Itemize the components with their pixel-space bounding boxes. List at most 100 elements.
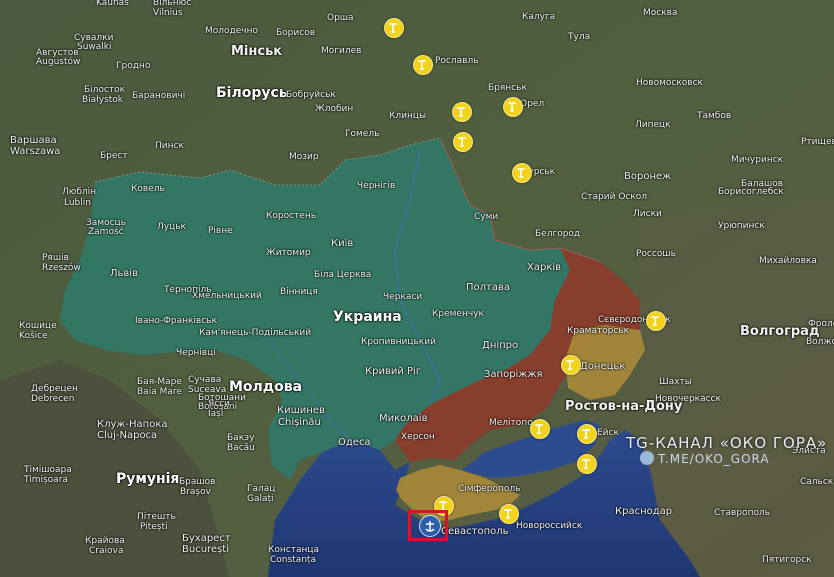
city-borisov: Борисов xyxy=(276,28,316,38)
city-baia-mare-ru: Бая-Маре xyxy=(137,377,182,387)
airbase-marker-icon[interactable] xyxy=(503,97,523,117)
label-moldova: Молдова xyxy=(229,379,303,395)
city-pinsk: Пинск xyxy=(155,141,184,151)
label-romania: Румунія xyxy=(116,471,180,487)
city-kramatorsk: Краматорськ xyxy=(567,326,630,336)
city-sevastopol: Севастополь xyxy=(441,526,509,537)
city-warsaw: Warszawa xyxy=(10,146,61,157)
city-augustow: Augustów xyxy=(36,57,81,67)
city-rostov: Ростов-на-Дону xyxy=(565,399,683,414)
telegram-icon xyxy=(640,451,654,465)
airbase-marker-icon[interactable] xyxy=(512,163,532,183)
city-lipetsk: Липецк xyxy=(635,120,671,130)
city-kharkiv: Харків xyxy=(527,262,562,273)
city-bucharest-ru: Бухарест xyxy=(182,533,231,544)
city-zhlobin: Жлобин xyxy=(315,104,354,114)
airbase-marker-icon[interactable] xyxy=(577,454,597,474)
city-kluj-napoka: Клуж-Напока xyxy=(97,419,168,430)
city-yeysk: Ейск xyxy=(597,428,619,438)
city-novomoskovsk: Новомосковск xyxy=(636,78,703,88)
city-liski: Лиски xyxy=(633,209,662,219)
city-bobruisk: Бобруйськ xyxy=(286,90,336,100)
city-orel: Орел xyxy=(520,99,545,109)
map[interactable]: Білорусь Украина Молдова Румунія Kaunas … xyxy=(0,0,834,577)
city-brasov: Brașov xyxy=(180,487,211,497)
label-belarus: Білорусь xyxy=(216,85,288,101)
city-volzhsky: Волжский xyxy=(806,337,834,347)
airbase-marker-icon[interactable] xyxy=(499,504,519,524)
city-vinnytsia: Вінниця xyxy=(280,287,318,297)
airbase-marker-icon[interactable] xyxy=(646,311,666,331)
city-cherkasy: Черкаси xyxy=(383,292,423,302)
city-kamianets: Кам'янець-Подільський xyxy=(199,328,312,338)
city-chisinau: Chișinău xyxy=(278,417,321,428)
watermark-title: ТG-КАНАЛ «ОКО ГОРА» xyxy=(626,434,828,452)
city-brasov-ru: Брашов xyxy=(179,477,216,487)
city-rivne: Рівне xyxy=(208,226,233,236)
city-timisoara-ru: Тімішоара xyxy=(24,465,72,475)
city-craiova: Craiova xyxy=(89,546,124,556)
city-baranovichi: Барановичі xyxy=(132,91,186,101)
city-orsha: Орша xyxy=(327,13,354,23)
city-roslavl: Рославль xyxy=(435,56,479,66)
city-grodno: Гродно xyxy=(116,61,151,71)
city-krasnodar: Краснодар xyxy=(615,506,673,517)
city-bucuresti: București xyxy=(182,544,229,555)
city-poltava: Полтава xyxy=(466,282,511,293)
city-kishinev: Кишинев xyxy=(277,405,325,416)
city-debrecen: Debrecen xyxy=(31,394,75,404)
city-khmelnytskyi: Хмельницький xyxy=(192,291,262,301)
city-baia-mare: Baia Mare xyxy=(137,387,182,397)
city-timisoara: Timișoara xyxy=(24,475,68,485)
city-chernihiv: Чернігів xyxy=(357,181,396,191)
city-brest: Брест xyxy=(100,151,128,161)
city-tambov: Тамбов xyxy=(697,111,732,121)
ship-icon[interactable] xyxy=(419,515,441,537)
city-vilnius-ru: Вільнюс xyxy=(153,0,192,8)
city-gomel: Гомель xyxy=(345,129,380,139)
city-kaluga: Калуга xyxy=(522,12,556,22)
airbase-marker-icon[interactable] xyxy=(561,355,581,375)
city-mogilev: Могилев xyxy=(321,46,362,56)
city-shakhty: Шахты xyxy=(659,377,692,387)
airbase-marker-icon[interactable] xyxy=(384,18,404,38)
city-korosten: Коростень xyxy=(266,211,317,221)
city-pitesti-ru: Пітешть xyxy=(137,512,176,522)
city-lviv: Львів xyxy=(110,268,138,279)
city-rzeszow-ru: Ряшів xyxy=(42,253,69,263)
airbase-marker-icon[interactable] xyxy=(452,102,472,122)
city-kosice-ru: Кошице xyxy=(19,321,57,331)
city-donetsk: Донецьк xyxy=(580,361,626,372)
city-iasi: Iași xyxy=(208,409,224,419)
city-tula: Тула xyxy=(568,32,591,42)
city-galati-ru: Галац xyxy=(247,484,276,494)
airbase-marker-icon[interactable] xyxy=(530,419,550,439)
city-pitesti: Pitești xyxy=(140,522,168,532)
city-klintsy: Клинцы xyxy=(389,111,427,121)
city-odesa: Одеса xyxy=(338,437,371,448)
city-zamosc: Zamość xyxy=(88,227,124,237)
city-kaunas: Kaunas xyxy=(96,0,129,8)
city-novorossiysk: Новороссийск xyxy=(516,521,583,531)
city-rossosh: Россошь xyxy=(636,249,676,259)
city-uryupinsk: Урюпинск xyxy=(718,221,765,231)
airbase-marker-icon[interactable] xyxy=(577,424,597,444)
city-cluj-napoca: Cluj-Napoca xyxy=(97,430,158,441)
city-kherson: Херсон xyxy=(401,432,435,442)
city-zaporizhzhia: Запоріжжя xyxy=(484,369,543,380)
city-kovel: Ковель xyxy=(131,184,165,194)
city-warsaw-ru: Варшава xyxy=(10,135,57,146)
city-bacau: Bacău xyxy=(227,443,255,453)
airbase-marker-icon[interactable] xyxy=(413,55,433,75)
city-kyiv: Київ xyxy=(331,238,354,249)
city-mozyr: Мозир xyxy=(289,152,319,162)
city-lublin: Lublin xyxy=(64,198,91,208)
city-moscow: Москва xyxy=(643,8,678,18)
city-dnipro: Дніпро xyxy=(482,340,519,351)
city-minsk: Мінськ xyxy=(231,44,283,59)
airbase-marker-icon[interactable] xyxy=(453,132,473,152)
city-ivano-frankivsk: Івано-Франківськ xyxy=(135,316,217,326)
city-sumy: Суми xyxy=(474,212,499,222)
city-suwalki: Suwalki xyxy=(77,42,112,52)
watermark-link[interactable]: T.ME/OKO_GORA xyxy=(658,452,770,466)
